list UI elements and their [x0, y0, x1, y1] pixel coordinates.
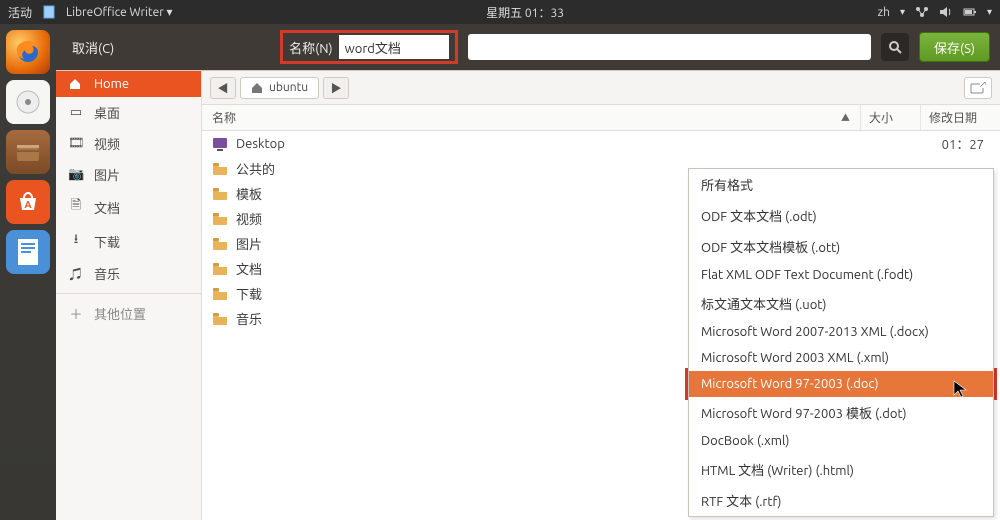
desktop-icon: ▭	[68, 105, 84, 120]
place-label: 桌面	[94, 103, 120, 122]
folder-icon	[212, 311, 228, 327]
folder-icon	[212, 211, 228, 227]
launcher-dock: A	[0, 24, 56, 520]
place-desktop[interactable]: ▭ 桌面	[56, 97, 201, 128]
app-icon	[42, 5, 56, 19]
video-icon: 🎞	[68, 136, 84, 151]
mouse-cursor-icon	[953, 380, 967, 398]
save-button[interactable]: 保存(S)	[919, 32, 990, 62]
place-other[interactable]: ＋ 其他位置	[56, 298, 201, 329]
place-downloads[interactable]: ⭳ 下载	[56, 224, 201, 258]
camera-icon: 📷	[68, 167, 84, 182]
save-dialog-header: 取消(C) 名称(N) 保存(S)	[56, 24, 1000, 70]
lang-chevron-icon: ▾	[900, 6, 905, 18]
name-label: 名称(N)	[289, 38, 332, 57]
volume-icon[interactable]	[939, 5, 953, 19]
path-segment-label: ubuntu	[269, 81, 308, 94]
place-videos[interactable]: 🎞 视频	[56, 128, 201, 159]
place-documents[interactable]: 🗎 文档	[56, 190, 201, 224]
format-option[interactable]: Flat XML ODF Text Document (.fodt)	[689, 262, 993, 288]
format-option[interactable]: ODF 文本文档 (.odt)	[689, 200, 993, 231]
clock[interactable]: 星期五 01：33	[173, 4, 878, 21]
format-option[interactable]: 所有格式	[689, 169, 993, 200]
column-headers: 名称 ▲ 大小 修改日期	[202, 105, 1000, 131]
svg-text:A: A	[24, 199, 31, 210]
search-button[interactable]	[881, 33, 909, 61]
new-folder-button[interactable]: ↗	[964, 77, 992, 99]
file-date: 01：27	[910, 134, 990, 153]
svg-text:↗: ↗	[979, 82, 986, 89]
place-music[interactable]: ♫ 音乐	[56, 258, 201, 289]
col-name-header[interactable]: 名称 ▲	[202, 105, 860, 130]
file-format-menu: 所有格式ODF 文本文档 (.odt)ODF 文本文档模板 (.ott)Flat…	[688, 168, 994, 517]
format-option[interactable]: HTML 文档 (Writer) (.html)	[689, 454, 993, 485]
place-label: 音乐	[94, 264, 120, 283]
input-lang[interactable]: zh	[878, 6, 890, 19]
launcher-software[interactable]: A	[6, 180, 50, 224]
filename-input[interactable]	[339, 35, 449, 59]
folder-icon	[212, 186, 228, 202]
format-option[interactable]: Microsoft Word 2003 XML (.xml)	[689, 345, 993, 371]
format-option[interactable]: RTF 文本 (.rtf)	[689, 485, 993, 516]
places-sidebar: Home ▭ 桌面 🎞 视频 📷 图片 🗎 文档 ⭳ 下载 ♫ 音乐 ＋ 其	[56, 71, 202, 520]
home-icon	[251, 82, 263, 94]
sort-asc-icon: ▲	[841, 111, 850, 124]
format-option[interactable]: 标文通文本文档 (.uot)	[689, 288, 993, 319]
place-label: Home	[94, 77, 129, 91]
col-size-header[interactable]: 大小	[860, 105, 920, 130]
app-name[interactable]: LibreOffice Writer ▾	[66, 5, 173, 19]
folder-icon	[212, 236, 228, 252]
col-date-header[interactable]: 修改日期	[920, 105, 1000, 130]
format-option[interactable]: Microsoft Word 2007-2013 XML (.docx)	[689, 319, 993, 345]
home-icon	[68, 77, 84, 91]
nav-back-button[interactable]: ◀	[210, 77, 236, 99]
launcher-writer[interactable]	[6, 230, 50, 274]
battery-icon[interactable]	[963, 5, 977, 19]
name-field-highlight: 名称(N)	[280, 30, 457, 64]
path-bar: ◀ ubuntu ▶ ↗	[202, 71, 1000, 105]
places-separator	[56, 293, 201, 294]
location-input[interactable]	[468, 34, 871, 60]
format-option[interactable]: DocBook (.xml)	[689, 428, 993, 454]
place-label: 图片	[94, 165, 120, 184]
place-label: 文档	[94, 198, 120, 217]
launcher-rhythmbox[interactable]	[6, 80, 50, 124]
format-option[interactable]: ODF 文本文档模板 (.ott)	[689, 231, 993, 262]
folder-icon	[212, 161, 228, 177]
file-name: Desktop	[236, 137, 834, 151]
plus-icon: ＋	[68, 304, 84, 323]
format-option[interactable]: Microsoft Word 97-2003 模板 (.dot)	[689, 397, 993, 428]
folder-icon	[212, 286, 228, 302]
music-icon: ♫	[68, 264, 84, 283]
folder-icon	[212, 261, 228, 277]
place-label: 下载	[94, 232, 120, 251]
desktop-folder-icon	[212, 136, 228, 152]
system-chevron-icon: ▾	[987, 6, 992, 18]
file-row[interactable]: Desktop 01：27	[202, 131, 1000, 156]
place-label: 视频	[94, 134, 120, 153]
path-segment[interactable]: ubuntu	[240, 77, 319, 99]
launcher-files[interactable]	[6, 130, 50, 174]
nav-forward-button[interactable]: ▶	[323, 77, 349, 99]
network-icon[interactable]	[915, 5, 929, 19]
gnome-top-panel: 活动 LibreOffice Writer ▾ 星期五 01：33 zh ▾ ▾	[0, 0, 1000, 24]
launcher-firefox[interactable]	[6, 30, 50, 74]
place-pictures[interactable]: 📷 图片	[56, 159, 201, 190]
document-icon: 🗎	[68, 196, 84, 218]
download-icon: ⭳	[68, 230, 84, 252]
activities-label[interactable]: 活动	[8, 4, 32, 21]
place-home[interactable]: Home	[56, 71, 201, 97]
place-label: 其他位置	[94, 304, 146, 323]
format-option[interactable]: Microsoft Word 97-2003 (.doc)	[689, 371, 993, 397]
cancel-button[interactable]: 取消(C)	[66, 34, 120, 61]
